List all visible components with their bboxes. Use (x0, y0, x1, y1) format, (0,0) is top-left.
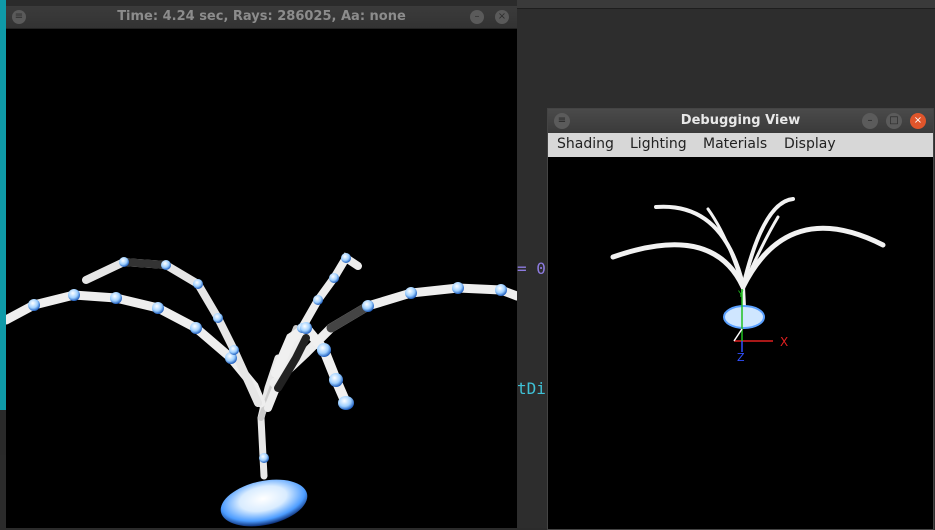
debug-titlebar[interactable]: ≡ Debugging View – □ × (548, 109, 933, 133)
debugging-view-window: ≡ Debugging View – □ × Shading Lighting … (547, 108, 934, 530)
axis-x-label: X (780, 335, 788, 349)
render-window: ≡ Time: 4.24 sec, Rays: 286025, Aa: none… (6, 6, 517, 528)
minimize-icon[interactable]: – (862, 113, 878, 129)
menu-display[interactable]: Display (784, 136, 836, 152)
axis-z-label: Z (737, 351, 745, 364)
render-titlebar[interactable]: ≡ Time: 4.24 sec, Rays: 286025, Aa: none… (6, 6, 517, 29)
render-title: Time: 4.24 sec, Rays: 286025, Aa: none (117, 9, 406, 24)
debug-plant-model (610, 197, 886, 329)
render-canvas (6, 252, 517, 527)
debug-canvas[interactable]: X Y Z (548, 157, 933, 529)
menu-lighting[interactable]: Lighting (630, 136, 687, 152)
close-icon[interactable]: × (910, 113, 926, 129)
menu-materials[interactable]: Materials (703, 136, 767, 152)
debug-menubar: Shading Lighting Materials Display (548, 133, 933, 157)
code-fragment-1: = 0 (517, 259, 546, 278)
minimize-icon[interactable]: – (470, 10, 484, 24)
menu-shading[interactable]: Shading (557, 136, 614, 152)
close-icon[interactable]: × (495, 10, 509, 24)
maximize-icon[interactable]: □ (886, 113, 902, 129)
axis-y-label: Y (737, 290, 744, 300)
editor-topbar (517, 0, 935, 9)
plant-model (6, 252, 517, 527)
